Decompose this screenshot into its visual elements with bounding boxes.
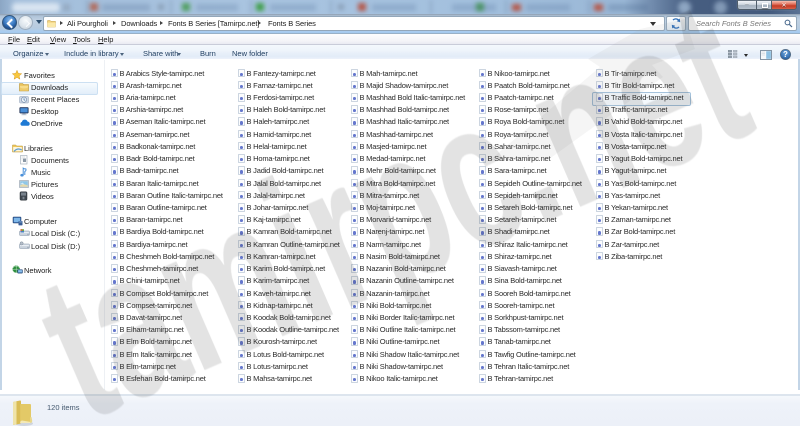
svg-text:?: ? <box>783 50 788 59</box>
